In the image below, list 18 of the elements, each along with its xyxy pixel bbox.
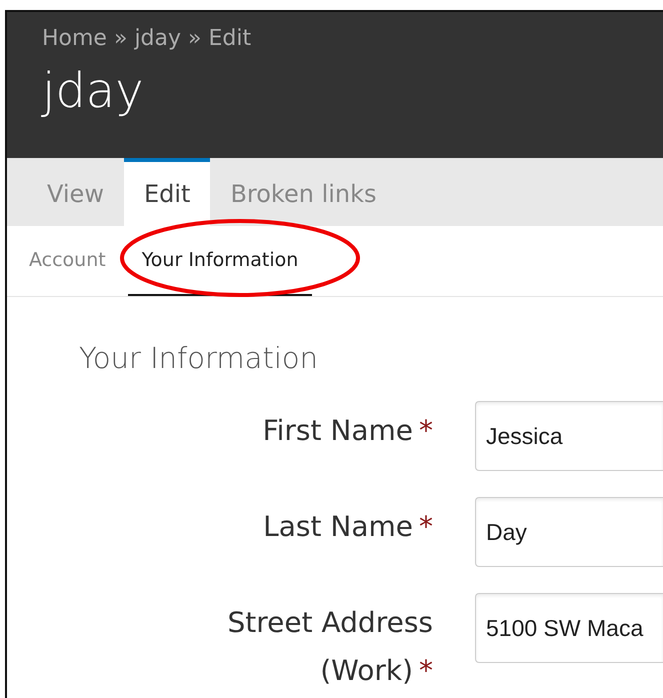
breadcrumb-link[interactable]: Edit — [208, 26, 252, 51]
breadcrumb-separator: » — [114, 26, 128, 51]
breadcrumb-separator: » — [188, 26, 202, 51]
input-field[interactable]: Jessica — [475, 401, 663, 471]
field-label: Last Name * — [262, 509, 433, 545]
tab[interactable]: Broken links — [210, 158, 397, 226]
tab[interactable]: Edit — [124, 158, 210, 226]
tab[interactable]: View — [27, 158, 124, 226]
input-field[interactable]: Day — [475, 497, 663, 567]
form-heading: Your Information — [79, 341, 319, 375]
input-field[interactable]: 5100 SW Maca — [475, 593, 663, 663]
breadcrumb-link[interactable]: Home — [42, 26, 107, 51]
field-label: Street Address (Work) * — [226, 605, 433, 689]
field-label: First Name * — [262, 413, 433, 449]
subtab[interactable]: Your Information — [128, 226, 312, 296]
page-title: jday — [42, 62, 145, 121]
breadcrumb-link[interactable]: jday — [134, 26, 182, 51]
subtab[interactable]: Account — [25, 226, 110, 296]
